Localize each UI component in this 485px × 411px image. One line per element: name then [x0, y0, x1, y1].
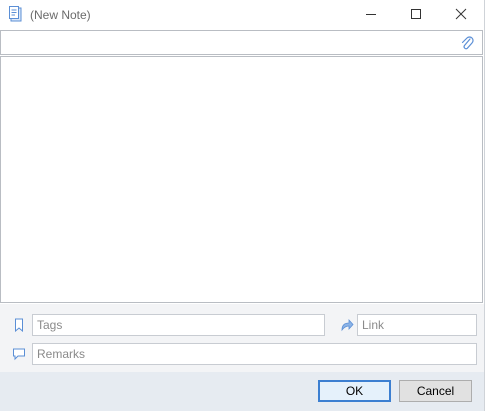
close-icon: [455, 8, 467, 23]
maximize-button[interactable]: [393, 0, 439, 30]
subject-row: [0, 30, 483, 55]
note-dialog: (New Note) Tags Link Remarks OK Cancel: [0, 0, 485, 411]
paperclip-icon[interactable]: [460, 35, 474, 51]
bookmark-icon: [12, 318, 26, 333]
cancel-button[interactable]: Cancel: [399, 380, 472, 402]
note-text-area[interactable]: [1, 57, 482, 302]
speech-bubble-icon: [12, 347, 26, 361]
ok-button[interactable]: OK: [318, 380, 391, 402]
minimize-icon: [365, 8, 377, 23]
subject-input[interactable]: [5, 33, 445, 52]
note-icon: [9, 6, 22, 22]
button-bar: OK Cancel: [0, 372, 484, 411]
maximize-icon: [410, 8, 422, 23]
close-button[interactable]: [438, 0, 484, 30]
minimize-button[interactable]: [348, 0, 394, 30]
tags-field[interactable]: [32, 314, 325, 336]
note-body: [0, 56, 483, 303]
link-field[interactable]: [357, 314, 477, 336]
fields-panel: [0, 304, 484, 372]
window-title: (New Note): [30, 8, 91, 22]
link-arrow-icon: [340, 318, 354, 332]
title-bar[interactable]: (New Note): [0, 0, 484, 30]
remarks-field[interactable]: [32, 343, 477, 365]
